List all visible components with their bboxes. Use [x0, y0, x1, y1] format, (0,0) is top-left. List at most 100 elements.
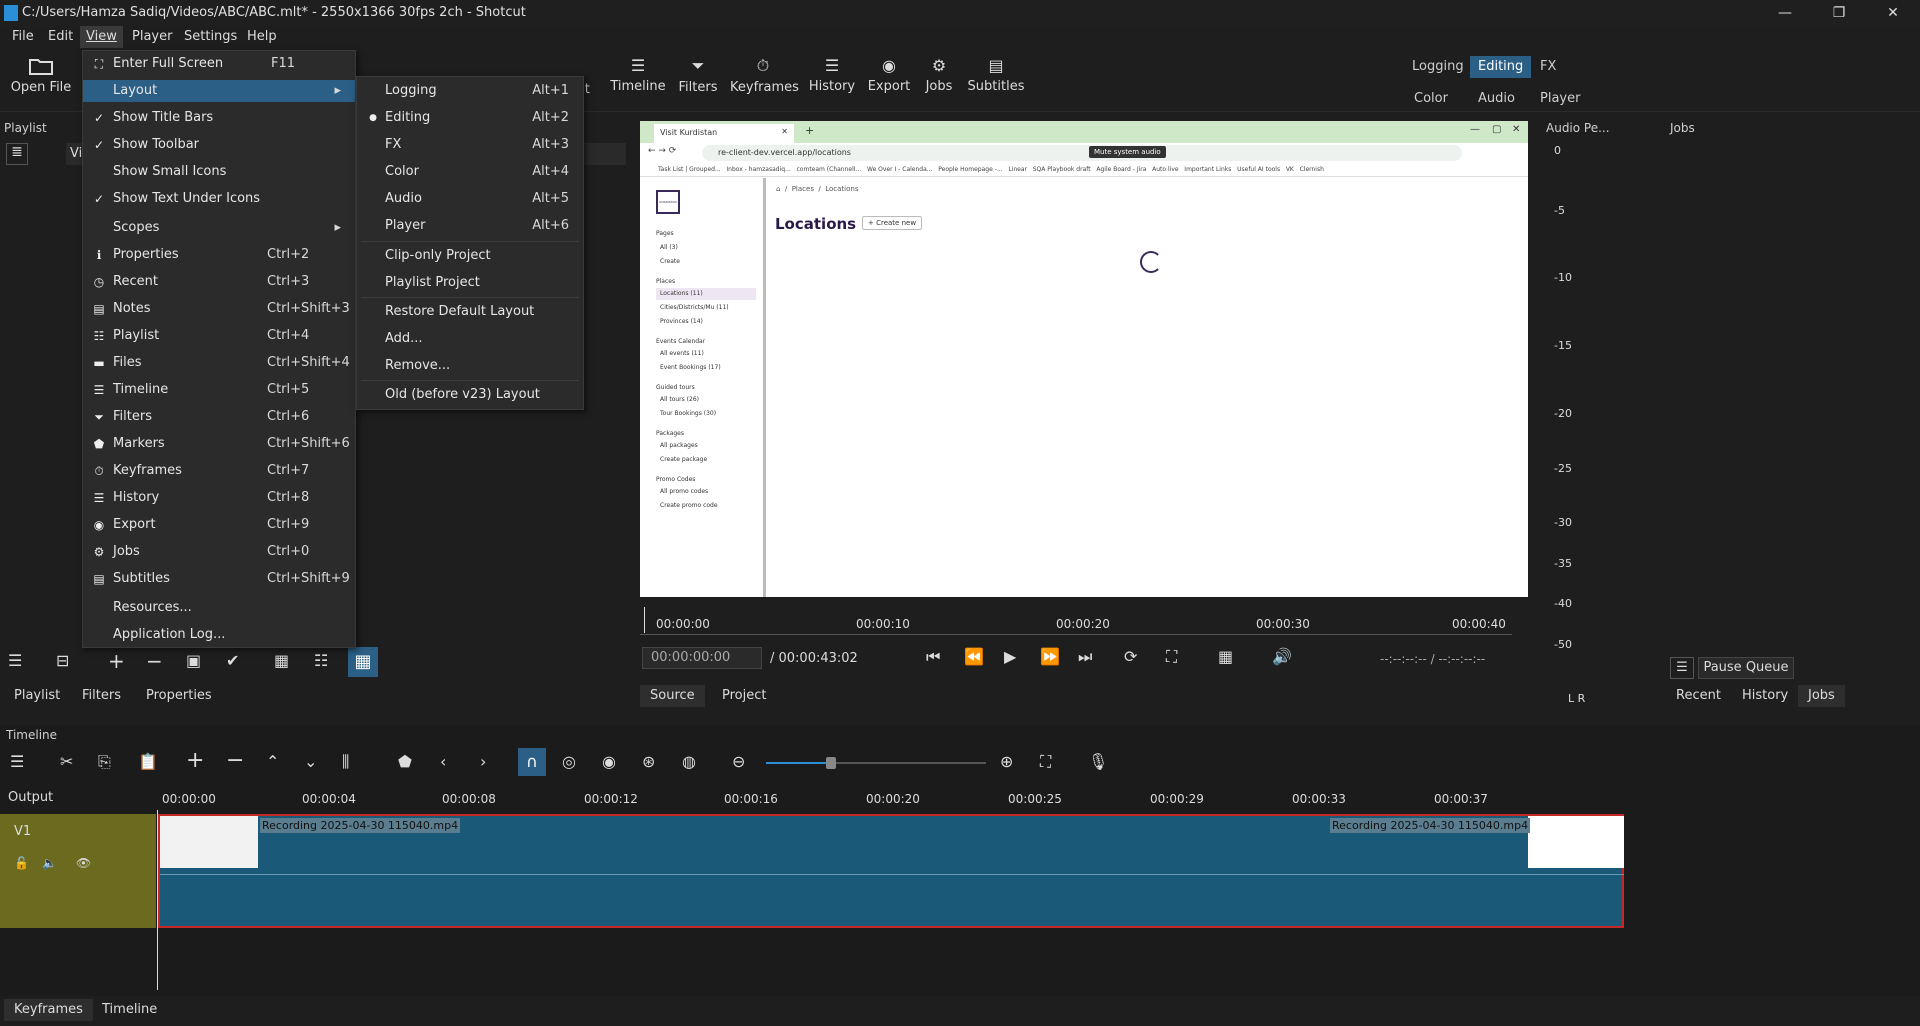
- next-marker-icon[interactable]: ›: [480, 752, 486, 771]
- add-icon[interactable]: +: [108, 649, 125, 673]
- skip-previous-icon[interactable]: ⏮: [926, 647, 940, 667]
- layout-old-v23[interactable]: Old (before v23) Layout: [357, 384, 583, 406]
- grid-icon[interactable]: ▦: [1218, 647, 1233, 666]
- menu-history[interactable]: ☰ History Ctrl+8: [83, 487, 355, 509]
- ripple-markers-icon[interactable]: ◍: [682, 752, 696, 771]
- menu-playlist[interactable]: ☷ Playlist Ctrl+4: [83, 325, 355, 347]
- menu-enter-full-screen[interactable]: ⛶ Enter Full Screen F11: [83, 53, 355, 75]
- toolbar-filters-button[interactable]: ⏷ Filters: [670, 56, 726, 95]
- layout-audio[interactable]: Audio Alt+5: [357, 188, 583, 210]
- menu-view[interactable]: View: [80, 26, 123, 48]
- toolbar-keyframes-button[interactable]: ⏱ Keyframes: [730, 56, 799, 95]
- tab-source[interactable]: Source: [640, 685, 705, 707]
- overwrite-icon[interactable]: ⌄: [304, 752, 317, 771]
- prev-marker-icon[interactable]: ‹: [440, 752, 446, 771]
- player-playhead[interactable]: [644, 607, 645, 633]
- grid-view-icon[interactable]: ▦: [348, 647, 378, 677]
- tab-properties[interactable]: Properties: [136, 685, 222, 707]
- tab-jobs[interactable]: Jobs: [1798, 685, 1845, 707]
- menu-edit[interactable]: Edit: [42, 26, 79, 48]
- tab-filters[interactable]: Filters: [72, 685, 131, 707]
- layout-fx[interactable]: FX Alt+3: [357, 134, 583, 156]
- snap-icon[interactable]: ∩: [518, 748, 546, 776]
- record-audio-icon[interactable]: 🎙: [1088, 752, 1108, 771]
- cut-icon[interactable]: ✂: [60, 752, 73, 771]
- paste-icon[interactable]: 📋: [138, 752, 158, 771]
- hamburger-menu-icon[interactable]: ☰: [8, 651, 22, 670]
- playlist-menu-icon[interactable]: ≣: [6, 143, 28, 165]
- list-view-icon[interactable]: ☷: [314, 651, 328, 670]
- play-icon[interactable]: ▶: [1004, 647, 1016, 666]
- menu-show-text-under-icons[interactable]: ✓ Show Text Under Icons: [83, 188, 355, 210]
- menu-jobs[interactable]: ⚙ Jobs Ctrl+0: [83, 541, 355, 563]
- ripple-icon[interactable]: ◉: [602, 752, 616, 771]
- timeline-clip[interactable]: Recording 2025-04-30 115040.mp4 Recordin…: [158, 814, 1624, 928]
- menu-filters[interactable]: ⏷ Filters Ctrl+6: [83, 406, 355, 428]
- menu-show-title-bars[interactable]: ✓ Show Title Bars: [83, 107, 355, 129]
- split-icon[interactable]: ⫼: [342, 752, 349, 772]
- toolbar-export-button[interactable]: ◉ Export: [864, 56, 914, 94]
- toolbar-timeline-button[interactable]: ☰ Timeline: [610, 56, 666, 94]
- loop-icon[interactable]: ⟳: [1124, 647, 1137, 666]
- zoom-slider-handle[interactable]: [826, 757, 836, 769]
- close-button[interactable]: ✕: [1870, 0, 1916, 26]
- layout-logging-button[interactable]: Logging: [1404, 56, 1472, 78]
- tab-timeline[interactable]: Timeline: [92, 999, 167, 1021]
- volume-icon[interactable]: 🔊: [1272, 647, 1292, 666]
- tab-recent[interactable]: Recent: [1666, 685, 1731, 707]
- layout-playlist-project[interactable]: Playlist Project: [357, 272, 583, 294]
- timeline-ruler[interactable]: 00:00:00 00:00:04 00:00:08 00:00:12 00:0…: [158, 784, 1624, 810]
- player-ruler[interactable]: 00:00:00 00:00:10 00:00:20 00:00:30 00:0…: [640, 607, 1512, 635]
- menu-settings[interactable]: Settings: [178, 26, 243, 48]
- layout-restore-default[interactable]: Restore Default Layout: [357, 301, 583, 323]
- zoom-fit-icon[interactable]: ⛶: [1040, 752, 1051, 772]
- menu-notes[interactable]: ▤ Notes Ctrl+Shift+3: [83, 298, 355, 320]
- layout-player[interactable]: Player Alt+6: [357, 215, 583, 237]
- menu-export[interactable]: ◉ Export Ctrl+9: [83, 514, 355, 536]
- rewind-icon[interactable]: ⏪: [964, 647, 984, 666]
- copy-icon[interactable]: ⎘: [98, 752, 111, 772]
- layout-editing-button[interactable]: Editing: [1470, 56, 1532, 78]
- layout-add[interactable]: Add...: [357, 328, 583, 350]
- lock-icon[interactable]: 🔓: [14, 856, 29, 870]
- zoom-slider[interactable]: [766, 757, 986, 769]
- toolbar-jobs-button[interactable]: ⚙ Jobs: [914, 56, 964, 94]
- layout-fx-button[interactable]: FX: [1532, 56, 1564, 78]
- menu-subtitles[interactable]: ▤ Subtitles Ctrl+Shift+9: [83, 568, 355, 590]
- zoom-in-icon[interactable]: ⊕: [1000, 752, 1013, 771]
- minimize-button[interactable]: —: [1762, 0, 1808, 26]
- menu-files[interactable]: ▬ Files Ctrl+Shift+4: [83, 352, 355, 374]
- open-file-button[interactable]: Open File: [10, 56, 72, 95]
- tab-project[interactable]: Project: [712, 685, 776, 707]
- remove-icon[interactable]: −: [146, 649, 163, 673]
- open-icon[interactable]: ⊟: [56, 651, 69, 670]
- layout-editing[interactable]: ● Editing Alt+2: [357, 107, 583, 129]
- tab-history[interactable]: History: [1732, 685, 1798, 707]
- lift-icon[interactable]: ⌃: [266, 752, 279, 771]
- skip-next-icon[interactable]: ⏭: [1078, 647, 1092, 667]
- layout-player-button[interactable]: Player: [1532, 88, 1588, 110]
- toolbar-history-button[interactable]: ☰ History: [804, 56, 860, 94]
- append-icon[interactable]: +: [186, 748, 204, 773]
- fast-forward-icon[interactable]: ⏩: [1040, 647, 1060, 666]
- layout-color[interactable]: Color Alt+4: [357, 161, 583, 183]
- timeline-playhead[interactable]: [157, 810, 158, 990]
- menu-help[interactable]: Help: [241, 26, 283, 48]
- tab-keyframes[interactable]: Keyframes: [4, 999, 93, 1021]
- menu-layout[interactable]: Layout ▸: [83, 80, 355, 102]
- zoom-icon[interactable]: ⛶: [1166, 647, 1177, 667]
- menu-resources[interactable]: Resources...: [83, 597, 355, 619]
- remove-icon[interactable]: −: [226, 748, 244, 773]
- marker-icon[interactable]: ⬟: [398, 752, 412, 771]
- timecode-input[interactable]: 00:00:00:00: [642, 647, 762, 669]
- menu-keyframes[interactable]: ⏱ Keyframes Ctrl+7: [83, 460, 355, 482]
- details-view-icon[interactable]: ▦: [274, 651, 289, 670]
- toolbar-subtitles-button[interactable]: ▤ Subtitles: [966, 56, 1026, 94]
- menu-markers[interactable]: ⬟ Markers Ctrl+Shift+6: [83, 433, 355, 455]
- menu-application-log[interactable]: Application Log...: [83, 624, 355, 646]
- check-icon[interactable]: ✔: [226, 651, 239, 670]
- timeline-menu-icon[interactable]: ☰: [10, 752, 24, 771]
- menu-file[interactable]: File: [6, 26, 40, 48]
- update-icon[interactable]: ▣: [186, 651, 201, 670]
- eye-icon[interactable]: 👁: [76, 856, 91, 870]
